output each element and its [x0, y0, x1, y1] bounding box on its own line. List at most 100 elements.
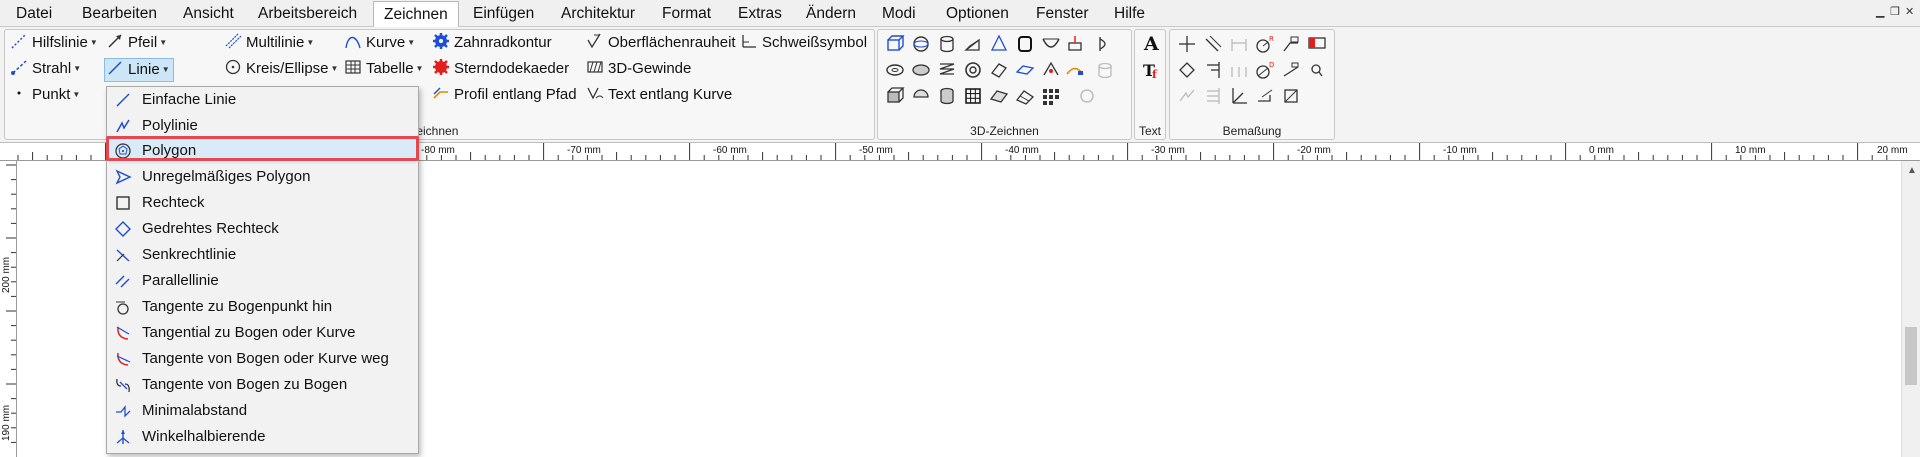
menu-polygon[interactable]: Polygon [109, 138, 416, 164]
menu-bearbeiten[interactable]: Bearbeiten [80, 0, 159, 27]
menu-einfuegen[interactable]: Einfügen [471, 0, 536, 27]
3d-torus-icon[interactable] [884, 59, 906, 81]
punkt-button[interactable]: Punkt ▼ [10, 83, 80, 107]
oberflaechenrauheit-button[interactable]: Oberflächenrauheit [586, 31, 736, 55]
linie-button[interactable]: Linie ▼ [104, 58, 174, 82]
3d-wedge-icon[interactable] [962, 33, 984, 55]
text-format-icon[interactable]: Tf [1140, 59, 1162, 81]
menu-einfache-linie[interactable]: Einfache Linie [109, 87, 416, 113]
text-tool-icon[interactable]: A [1140, 32, 1162, 55]
tabelle-button[interactable]: Tabelle ▼ [344, 57, 423, 81]
3d-grid-icon[interactable] [962, 85, 984, 107]
3d-prism-icon[interactable] [988, 59, 1010, 81]
dim-ordinate-icon[interactable] [1280, 59, 1302, 81]
dim-oblique-icon[interactable] [1280, 85, 1302, 107]
schweisssymbol-button[interactable]: Schweißsymbol [740, 31, 867, 55]
3d-extrude-icon[interactable] [1064, 33, 1086, 55]
kurve-button[interactable]: Kurve ▼ [344, 31, 415, 55]
3d-ellipsoid-icon[interactable] [910, 59, 932, 81]
dim-linear-icon[interactable] [1176, 33, 1198, 55]
dim-radius-icon[interactable]: R [1254, 33, 1276, 55]
menu-minimalabstand[interactable]: Minimalabstand [109, 398, 416, 424]
menu-parallellinie[interactable]: Parallellinie [109, 268, 416, 294]
3d-shell-icon[interactable] [1040, 33, 1062, 55]
menu-aendern[interactable]: Ändern [804, 0, 858, 27]
dim-tolerance-icon[interactable] [1306, 33, 1328, 55]
vertical-scrollbar[interactable]: ▲ [1901, 161, 1920, 457]
dim-diameter-icon[interactable]: D [1254, 59, 1276, 81]
zahnradkontur-button[interactable]: Zahnradkontur [432, 31, 552, 55]
menu-fenster[interactable]: Fenster [1034, 0, 1091, 27]
3d-cylinder-icon[interactable] [936, 33, 958, 55]
3d-disabled-icon[interactable] [1094, 59, 1116, 81]
dim-stack-disabled-icon[interactable] [1202, 85, 1224, 107]
profil-entlang-pfad-button[interactable]: Profil entlang Pfad [432, 83, 577, 107]
3d-sweep-icon[interactable] [1064, 59, 1086, 81]
menu-optionen[interactable]: Optionen [944, 0, 1011, 27]
scroll-up-icon[interactable]: ▲ [1907, 165, 1917, 176]
pfeil-button[interactable]: Pfeil ▼ [106, 31, 167, 55]
3d-loft-icon[interactable] [1040, 59, 1062, 81]
menu-rechteck[interactable]: Rechteck [109, 190, 416, 216]
tangent-to-arc-point-icon [116, 301, 129, 315]
kreis-ellipse-button[interactable]: Kreis/Ellipse ▼ [224, 57, 338, 81]
dim-arc-disabled-icon[interactable] [1176, 85, 1198, 107]
3d-slab-icon[interactable] [1014, 59, 1036, 81]
menu-unregelmaessiges-polygon[interactable]: Unregelmäßiges Polygon [109, 164, 416, 190]
dim-angle-icon[interactable] [1176, 59, 1198, 81]
minimize-icon[interactable]: ▁ [1876, 5, 1884, 18]
menu-senkrechtlinie[interactable]: Senkrechtlinie [109, 242, 416, 268]
menu-zeichnen[interactable]: Zeichnen [373, 1, 459, 28]
menu-ansicht[interactable]: Ansicht [181, 0, 236, 27]
ruler-vlabel: 200 mm [1, 256, 12, 293]
3d-solid-box-icon[interactable] [884, 85, 906, 107]
strahl-button[interactable]: Strahl ▼ [10, 57, 81, 81]
3d-plate-icon[interactable] [988, 85, 1010, 107]
3d-spring-icon[interactable] [936, 59, 958, 81]
dim-query-icon[interactable] [1306, 59, 1328, 81]
close-icon[interactable]: ✕ [1905, 5, 1914, 18]
menu-arbeitsbereich[interactable]: Arbeitsbereich [256, 0, 359, 27]
restore-icon[interactable]: ❐ [1890, 5, 1900, 18]
dim-aligned-icon[interactable] [1202, 33, 1224, 55]
menu-tangente-zu-bogenpunkt[interactable]: Tangente zu Bogenpunkt hin [109, 294, 416, 320]
dim-coordinate-icon[interactable] [1228, 85, 1250, 107]
dim-leader-icon[interactable] [1280, 33, 1302, 55]
dim-baseline-icon[interactable] [1202, 59, 1224, 81]
menu-format[interactable]: Format [660, 0, 713, 27]
3d-disabled-2-icon[interactable] [1076, 85, 1098, 107]
text-entlang-kurve-button[interactable]: Text entlang Kurve [586, 83, 732, 107]
multilinie-button[interactable]: Multilinie ▼ [224, 31, 314, 55]
multilinie-label: Multilinie [246, 34, 305, 51]
vertical-ruler[interactable]: 200 mm 190 mm [0, 161, 17, 457]
hilfslinie-button[interactable]: Hilfslinie ▼ [10, 31, 98, 55]
sterndodekaeder-button[interactable]: Sterndodekaeder [432, 57, 569, 81]
menu-datei[interactable]: Datei [14, 0, 54, 27]
menu-winkelhalbierende[interactable]: Winkelhalbierende [109, 424, 416, 450]
3d-mesh-icon[interactable] [1014, 85, 1036, 107]
dim-chain-disabled-icon[interactable] [1228, 59, 1250, 81]
3d-disk-icon[interactable] [1014, 33, 1036, 55]
3d-array-icon[interactable] [1040, 85, 1062, 107]
3d-solid-cylinder-icon[interactable] [936, 85, 958, 107]
3d-half-sphere-icon[interactable] [910, 85, 932, 107]
dim-disabled-icon[interactable] [1228, 33, 1250, 55]
3d-revolve-icon[interactable] [1094, 33, 1116, 55]
3d-box-icon[interactable] [884, 33, 906, 55]
dim-arc-length-icon[interactable] [1254, 85, 1276, 107]
menu-extras[interactable]: Extras [736, 0, 784, 27]
menu-tangential-zu-bogen[interactable]: Tangential zu Bogen oder Kurve [109, 320, 416, 346]
menu-tangente-von-bogen-weg[interactable]: Tangente von Bogen oder Kurve weg [109, 346, 416, 372]
menu-tangente-bogen-zu-bogen[interactable]: Tangente von Bogen zu Bogen [109, 372, 416, 398]
3d-gewinde-button[interactable]: 3D-Gewinde [586, 57, 691, 81]
menu-architektur[interactable]: Architektur [559, 0, 637, 27]
menu-modi[interactable]: Modi [880, 0, 918, 27]
menu-polylinie[interactable]: Polylinie [109, 113, 416, 139]
svg-text:A: A [1143, 33, 1159, 54]
menu-gedrehtes-rechteck[interactable]: Gedrehtes Rechteck [109, 216, 416, 242]
menu-hilfe[interactable]: Hilfe [1112, 0, 1147, 27]
3d-sphere-icon[interactable] [910, 33, 932, 55]
3d-cone-icon[interactable] [988, 33, 1010, 55]
3d-ring-icon[interactable] [962, 59, 984, 81]
scroll-thumb[interactable] [1905, 327, 1917, 385]
